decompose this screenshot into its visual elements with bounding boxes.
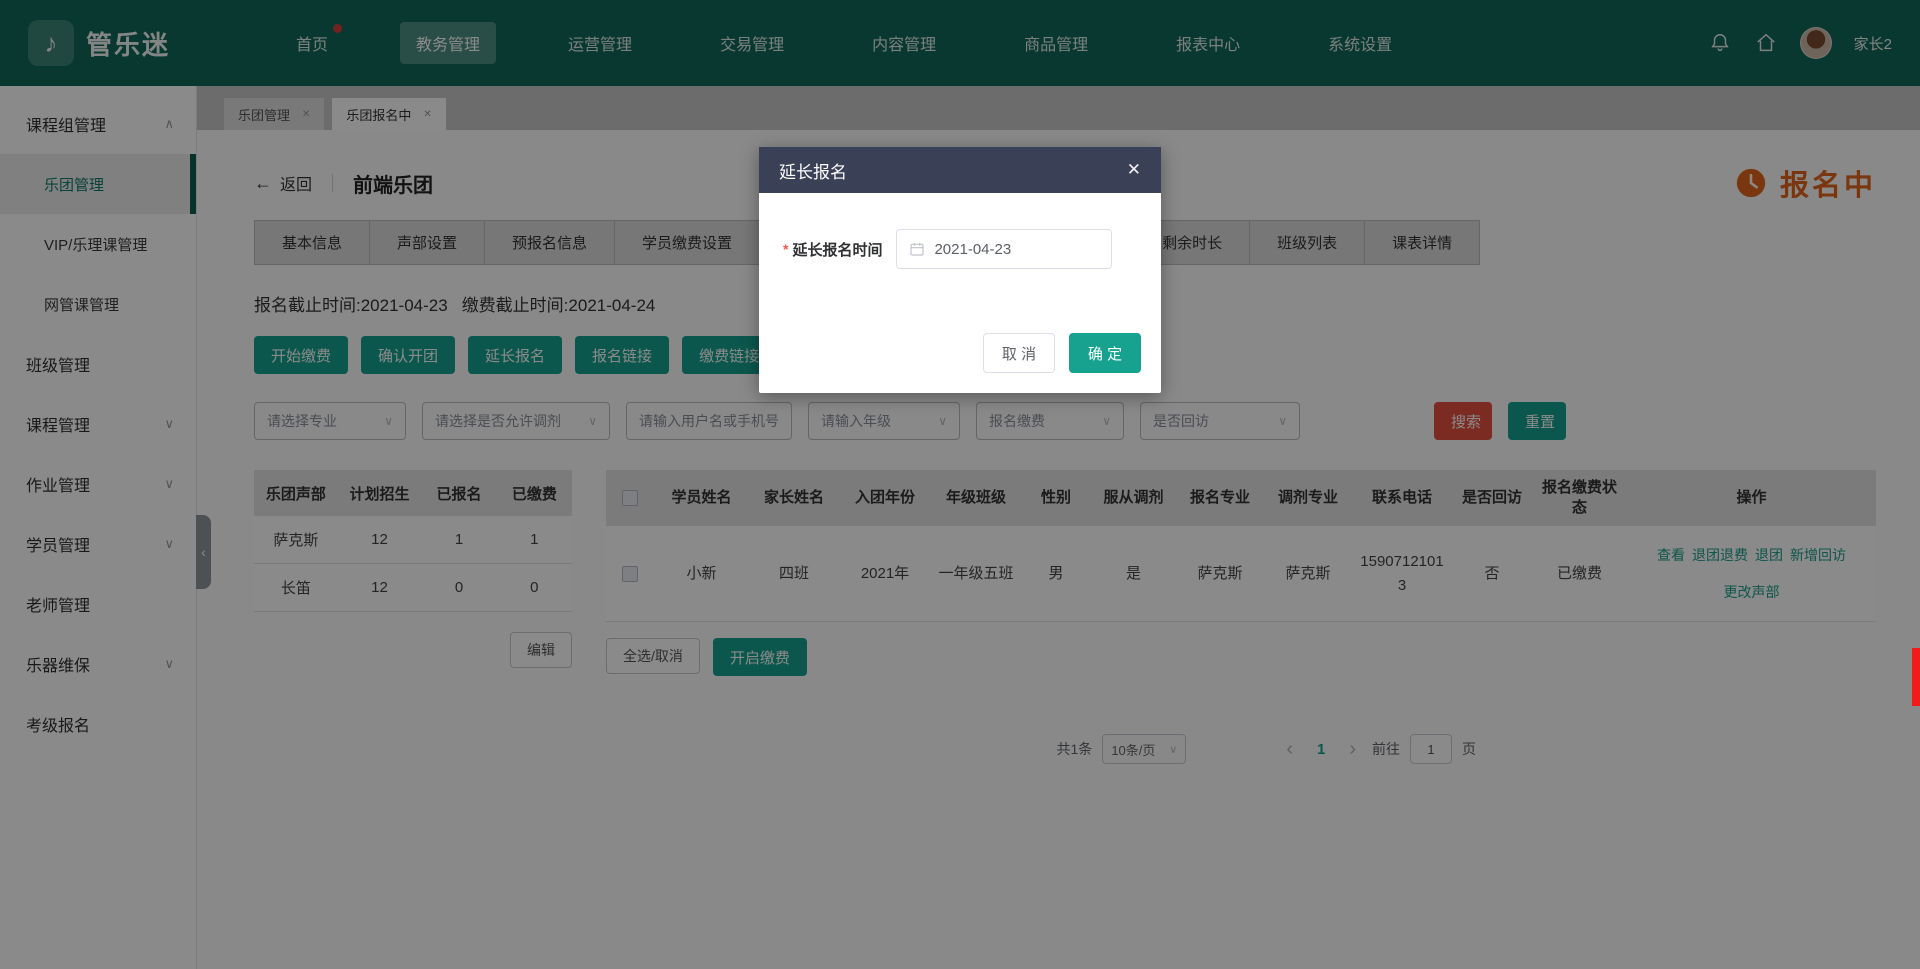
field-label: * 延长报名时间 xyxy=(783,239,882,260)
modal-body: * 延长报名时间 2021-04-23 xyxy=(759,193,1161,269)
confirm-button[interactable]: 确 定 xyxy=(1069,333,1141,373)
app-window: ♪ 管乐迷 首页 教务管理 运营管理 交易管理 内容管理 商品管理 报表中心 系… xyxy=(0,0,1920,969)
modal-footer: 取 消 确 定 xyxy=(983,333,1141,373)
date-value: 2021-04-23 xyxy=(934,241,1011,258)
required-asterisk: * xyxy=(783,241,788,257)
extend-signup-modal: 延长报名 ✕ * 延长报名时间 2021-04-23 取 消 确 定 xyxy=(759,147,1161,393)
cancel-button[interactable]: 取 消 xyxy=(983,333,1055,373)
extend-date-picker[interactable]: 2021-04-23 xyxy=(896,229,1112,269)
scrollbar-thumb[interactable] xyxy=(1912,648,1920,706)
calendar-icon xyxy=(909,241,925,257)
extend-date-label: 延长报名时间 xyxy=(792,239,882,260)
modal-backdrop[interactable] xyxy=(0,0,1920,969)
modal-title: 延长报名 xyxy=(779,158,847,183)
modal-header: 延长报名 ✕ xyxy=(759,147,1161,193)
close-icon[interactable]: ✕ xyxy=(1127,160,1141,180)
